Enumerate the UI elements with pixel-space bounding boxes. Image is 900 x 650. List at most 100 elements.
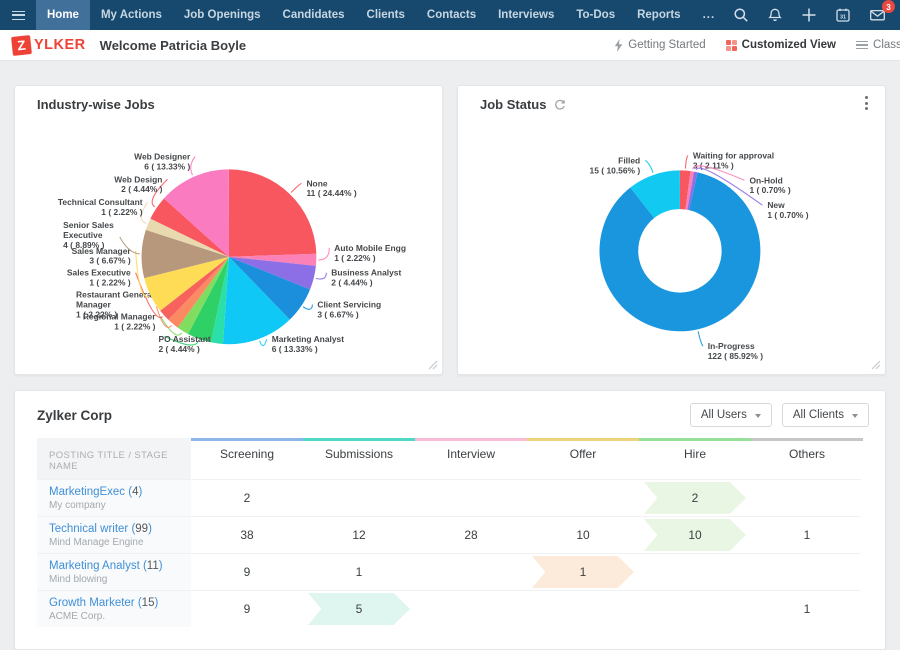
stage-cell-submissions bbox=[303, 480, 415, 516]
nav-item-home[interactable]: Home bbox=[36, 0, 90, 30]
stage-cell-others: 1 bbox=[751, 517, 863, 553]
stage-cell-screening: 9 bbox=[191, 554, 303, 590]
column-header-offer: Offer bbox=[527, 438, 639, 479]
slice-label-web-designer: Web Designer bbox=[134, 151, 191, 161]
stage-chip[interactable]: 10 bbox=[644, 519, 746, 551]
label-leader-line bbox=[316, 273, 327, 279]
hamburger-menu-icon[interactable] bbox=[0, 0, 36, 30]
classic-view-button[interactable]: Classic View bbox=[856, 39, 900, 51]
welcome-message: Welcome Patricia Boyle bbox=[100, 38, 246, 53]
table-row: MarketingExec (4)My company22 bbox=[37, 479, 861, 516]
notifications-bell-icon[interactable] bbox=[762, 2, 788, 28]
job-posting-link[interactable]: MarketingExec (4) bbox=[49, 486, 142, 498]
slice-label-new: 1 ( 0.70% ) bbox=[767, 210, 808, 220]
all-clients-dropdown[interactable]: All Clients bbox=[782, 403, 869, 427]
job-company: Mind Manage Engine bbox=[49, 538, 144, 548]
card-more-menu-icon[interactable] bbox=[859, 96, 873, 110]
table-row: Growth Marketer (15)ACME Corp.951 bbox=[37, 590, 861, 627]
stage-chip[interactable]: 1 bbox=[532, 556, 634, 588]
column-header-others: Others bbox=[751, 438, 863, 479]
slice-label-on-hold: On-Hold bbox=[749, 175, 782, 185]
app-header: Z YLKER Welcome Patricia Boyle Getting S… bbox=[0, 30, 900, 61]
svg-text:31: 31 bbox=[840, 15, 846, 21]
resize-grip[interactable] bbox=[870, 359, 881, 370]
zylker-corp-pipeline-card: Zylker Corp All Users All Clients POSTIN… bbox=[14, 390, 886, 650]
pipeline-filters: All Users All Clients bbox=[690, 403, 869, 427]
job-company: ACME Corp. bbox=[49, 612, 105, 622]
label-leader-line bbox=[291, 183, 301, 192]
stage-cell-interview bbox=[415, 591, 527, 627]
industry-jobs-pie-chart[interactable]: None11 ( 24.44% )Auto Mobile Engg1 ( 2.2… bbox=[15, 86, 442, 374]
candidate-count: 99 bbox=[135, 523, 148, 535]
getting-started-link[interactable]: Getting Started bbox=[614, 39, 705, 52]
nav-item-interviews[interactable]: Interviews bbox=[487, 0, 565, 30]
slice-label-senior-sales-executive: Senior Sales bbox=[63, 220, 114, 230]
slice-label-none: None bbox=[306, 178, 327, 188]
candidate-count: 4 bbox=[132, 486, 138, 498]
job-company: Mind blowing bbox=[49, 575, 107, 585]
nav-item-contacts[interactable]: Contacts bbox=[416, 0, 487, 30]
add-new-plus-icon[interactable] bbox=[796, 2, 822, 28]
chevron-down-icon bbox=[852, 414, 858, 418]
stage-cell-others bbox=[751, 480, 863, 516]
stage-chip[interactable]: 5 bbox=[308, 593, 410, 625]
refresh-icon[interactable] bbox=[554, 99, 566, 111]
slice-label-web-design: 2 ( 4.44% ) bbox=[121, 184, 162, 194]
label-leader-line bbox=[645, 160, 653, 172]
nav-item-job-openings[interactable]: Job Openings bbox=[173, 0, 272, 30]
pipeline-title: Zylker Corp bbox=[37, 408, 112, 423]
label-leader-line bbox=[685, 156, 687, 169]
slice-label-technical-consultant: 1 ( 2.22% ) bbox=[101, 207, 142, 217]
grid-view-icon bbox=[726, 40, 737, 51]
chevron-down-icon bbox=[755, 414, 761, 418]
job-status-card: Job Status Waiting for approval3 ( 2.11%… bbox=[457, 85, 886, 375]
label-leader-line bbox=[303, 304, 312, 309]
stage-cell-hire: 10 bbox=[639, 517, 751, 553]
customized-view-button[interactable]: Customized View bbox=[726, 39, 836, 51]
mail-icon[interactable]: 3 bbox=[864, 2, 890, 28]
zylker-logo-text: YLKER bbox=[34, 37, 86, 53]
nav-item-candidates[interactable]: Candidates bbox=[272, 0, 356, 30]
posting-title-cell: Growth Marketer (15) ACME Corp. bbox=[37, 591, 191, 627]
nav-item-clients[interactable]: Clients bbox=[356, 0, 416, 30]
slice-label-web-design: Web Design bbox=[114, 174, 162, 184]
search-icon[interactable] bbox=[728, 2, 754, 28]
nav-item-my-actions[interactable]: My Actions bbox=[90, 0, 173, 30]
stage-cell-offer: 1 bbox=[527, 554, 639, 590]
mail-unread-badge: 3 bbox=[882, 0, 895, 13]
stage-cell-submissions: 5 bbox=[303, 591, 415, 627]
resize-grip[interactable] bbox=[427, 359, 438, 370]
slice-label-filled: 15 ( 10.56% ) bbox=[590, 165, 641, 175]
slice-label-marketing-analyst: 6 ( 13.33% ) bbox=[272, 344, 318, 354]
column-header-hire: Hire bbox=[639, 438, 751, 479]
chart-slice-none[interactable] bbox=[229, 169, 316, 256]
slice-label-restaurant-general-manager: 1 ( 2.22% ) bbox=[76, 309, 117, 319]
stage-chip[interactable]: 2 bbox=[644, 482, 746, 514]
nav-item-to-dos[interactable]: To-Dos bbox=[565, 0, 626, 30]
lightning-icon bbox=[614, 39, 623, 52]
nav-more-menu[interactable]: ... bbox=[692, 0, 727, 30]
calendar-icon[interactable]: 31 bbox=[830, 2, 856, 28]
stage-cell-submissions: 1 bbox=[303, 554, 415, 590]
zylker-logo-mark: Z bbox=[11, 35, 32, 56]
label-leader-line bbox=[260, 339, 267, 345]
slice-label-restaurant-general-manager: Manager bbox=[76, 299, 111, 309]
nav-item-reports[interactable]: Reports bbox=[626, 0, 691, 30]
slice-label-in-progress: 122 ( 85.92% ) bbox=[708, 351, 764, 361]
label-leader-line bbox=[698, 331, 703, 346]
posting-title-cell: Technical writer (99) Mind Manage Engine bbox=[37, 517, 191, 553]
slice-label-client-servicing: Client Servicing bbox=[317, 299, 381, 309]
job-posting-link[interactable]: Technical writer (99) bbox=[49, 523, 152, 535]
stage-cell-offer bbox=[527, 480, 639, 516]
zylker-logo: Z YLKER bbox=[12, 36, 86, 55]
job-status-donut-chart[interactable]: Waiting for approval3 ( 2.11% )On-Hold1 … bbox=[458, 86, 885, 374]
slice-label-waiting-for-approval: Waiting for approval bbox=[693, 150, 774, 160]
job-posting-link[interactable]: Growth Marketer (15) bbox=[49, 597, 158, 609]
stage-cell-interview bbox=[415, 554, 527, 590]
job-posting-link[interactable]: Marketing Analyst (11) bbox=[49, 560, 163, 572]
slice-label-in-progress: In-Progress bbox=[708, 341, 755, 351]
slice-label-po-assistant: PO Assistant bbox=[158, 334, 210, 344]
posting-title-cell: Marketing Analyst (11) Mind blowing bbox=[37, 554, 191, 590]
slice-label-new: New bbox=[767, 200, 785, 210]
all-users-dropdown[interactable]: All Users bbox=[690, 403, 772, 427]
